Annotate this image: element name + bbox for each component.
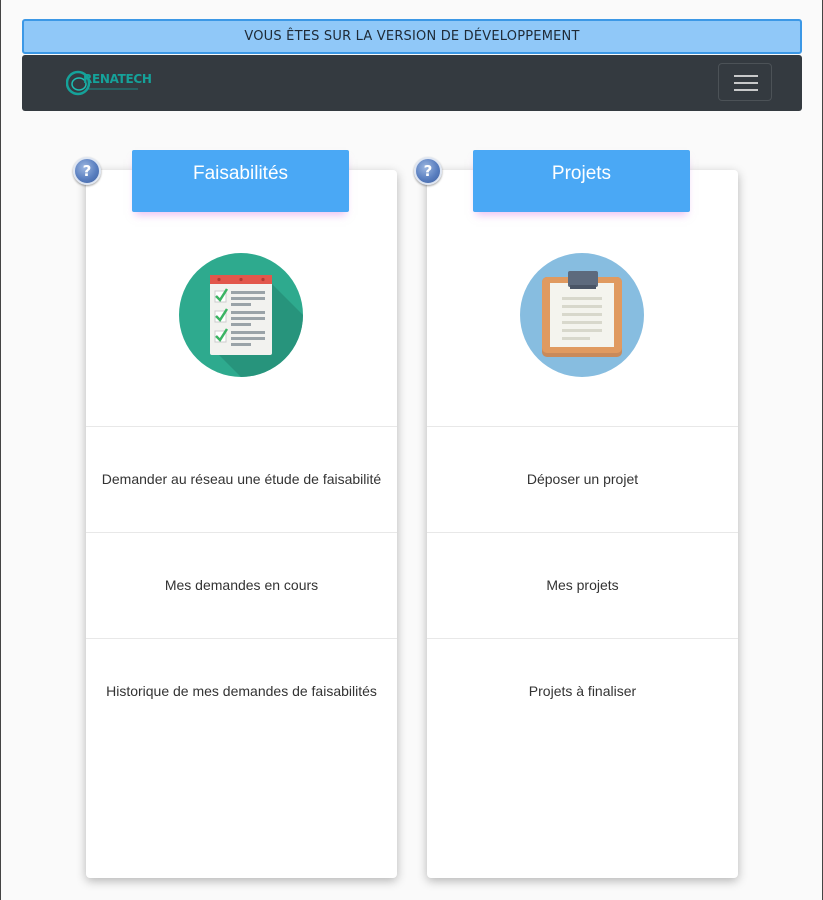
card-title-faisabilites: Faisabilités bbox=[132, 150, 349, 212]
link-mes-demandes-en-cours[interactable]: Mes demandes en cours bbox=[86, 532, 397, 639]
clipboard-icon bbox=[520, 253, 644, 377]
link-projets-a-finaliser[interactable]: Projets à finaliser bbox=[427, 638, 738, 745]
hamburger-menu-icon bbox=[734, 75, 758, 77]
card-title-projets: Projets bbox=[473, 150, 690, 212]
hamburger-menu-icon-bar bbox=[734, 89, 758, 91]
checklist-icon bbox=[179, 253, 303, 377]
card-projets: Projets ? Déposer un projet Mes projets … bbox=[414, 150, 738, 878]
help-icon[interactable]: ? bbox=[414, 157, 442, 185]
hamburger-menu-icon-bar bbox=[734, 82, 758, 84]
link-historique-demandes[interactable]: Historique de mes demandes de faisabilit… bbox=[86, 638, 397, 745]
brand-logo[interactable]: RENATECH bbox=[66, 69, 152, 97]
help-icon[interactable]: ? bbox=[73, 157, 101, 185]
dev-version-banner: VOUS ÊTES SUR LA VERSION DE DÉVELOPPEMEN… bbox=[22, 19, 802, 54]
link-demander-etude[interactable]: Demander au réseau une étude de faisabil… bbox=[86, 426, 397, 533]
link-mes-projets[interactable]: Mes projets bbox=[427, 532, 738, 639]
link-deposer-projet[interactable]: Déposer un projet bbox=[427, 426, 738, 533]
navbar-toggler-button[interactable] bbox=[718, 63, 772, 101]
card-faisabilites: Faisabilités ? Demander au réseau une ét… bbox=[73, 150, 397, 878]
navbar: RENATECH bbox=[22, 55, 802, 111]
brand-name: RENATECH bbox=[83, 72, 152, 86]
